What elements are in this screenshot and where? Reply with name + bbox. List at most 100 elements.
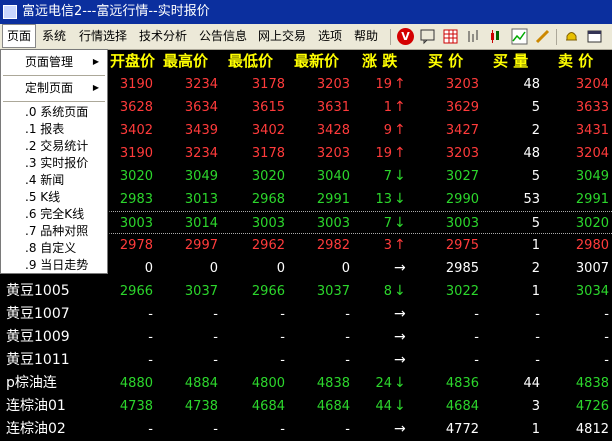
window-icon[interactable] — [586, 28, 603, 45]
cell-bidv: - — [535, 330, 540, 345]
menu-item-custom-page[interactable]: 定制页面 ▶ — [1, 78, 107, 98]
line-chart-icon[interactable] — [511, 28, 528, 45]
cell-bid: - — [474, 307, 479, 322]
cell-open: 2978 — [119, 238, 153, 253]
cell-open: 3020 — [119, 169, 153, 184]
cell-bid: - — [474, 330, 479, 345]
menu-system[interactable]: 系统 — [42, 24, 66, 48]
arrow-up-icon: ↑ — [394, 237, 406, 253]
cell-bidv: 1 — [531, 422, 540, 437]
contract-name: 黄豆1011 — [6, 352, 70, 368]
bar-chart-icon[interactable] — [465, 28, 482, 45]
cell-open: 3628 — [119, 100, 153, 115]
table-row[interactable]: 黄豆1005 2966 3037 2966 3037 3022 1 3034 8 ↓ — [0, 280, 612, 303]
cell-last: 3631 — [316, 100, 350, 115]
cell-high: 3439 — [184, 123, 218, 138]
header-last[interactable]: 最新价 — [294, 49, 339, 73]
cell-bid: 4772 — [445, 422, 479, 437]
cell-bidv: 5 — [531, 216, 540, 231]
menu-help[interactable]: 帮助 — [354, 24, 378, 48]
arrow-down-icon: ↓ — [394, 375, 406, 391]
cell-low: 3003 — [251, 216, 285, 231]
candlestick-icon[interactable] — [488, 28, 505, 45]
toolbar-separator — [390, 29, 391, 45]
table-row[interactable]: 黄豆1011 - - - - - - - → — [0, 349, 612, 372]
cell-bid: - — [474, 353, 479, 368]
menu-online-trading[interactable]: 网上交易 — [258, 24, 306, 48]
cell-open: 0 — [144, 261, 153, 276]
cell-low: 3178 — [251, 146, 285, 161]
menu-separator — [3, 75, 105, 76]
table-row[interactable]: 黄豆1007 - - - - - - - → — [0, 303, 612, 326]
cell-last: - — [345, 307, 350, 322]
app-icon — [3, 5, 17, 19]
grid-icon[interactable] — [442, 28, 459, 45]
cell-bidv: 5 — [531, 169, 540, 184]
cell-high: 3234 — [184, 77, 218, 92]
speech-bubble-icon[interactable] — [419, 28, 436, 45]
contract-name: 连棕油01 — [6, 398, 66, 414]
pen-icon[interactable] — [534, 28, 551, 45]
header-change[interactable]: 涨 跌 — [362, 49, 397, 73]
cell-bid: 2990 — [445, 192, 479, 207]
header-open[interactable]: 开盘价 — [110, 49, 155, 73]
menu-market-select[interactable]: 行情选择 — [79, 24, 127, 48]
menu-item-intraday-trend[interactable]: .9 当日走势 — [1, 255, 107, 275]
arrow-down-icon: ↓ — [394, 215, 406, 231]
arrow-down-icon: ↓ — [394, 283, 406, 299]
cell-change: 44 — [375, 399, 392, 414]
cell-ask: 3204 — [575, 77, 609, 92]
cell-change: 19 — [375, 146, 392, 161]
header-ask[interactable]: 卖 价 — [558, 49, 593, 73]
cell-bidv: 48 — [523, 77, 540, 92]
table-row[interactable]: p棕油连 4880 4884 4800 4838 4836 44 4838 24 ↓ — [0, 372, 612, 395]
cell-bid: 3003 — [445, 216, 479, 231]
menu-announcements[interactable]: 公告信息 — [199, 24, 247, 48]
cell-open: - — [148, 422, 153, 437]
cell-bid: 3027 — [445, 169, 479, 184]
arrow-up-icon: ↑ — [394, 99, 406, 115]
cell-open: 4738 — [119, 399, 153, 414]
window-titlebar: 富远电信2---富远行情--实时报价 — [0, 0, 612, 24]
cell-open: 2966 — [119, 284, 153, 299]
cell-high: 3234 — [184, 146, 218, 161]
header-high[interactable]: 最高价 — [163, 49, 208, 73]
cell-low: - — [280, 422, 285, 437]
arrow-down-icon: ↓ — [394, 398, 406, 414]
table-row[interactable]: 黄豆1009 - - - - - - - → — [0, 326, 612, 349]
cell-bidv: 2 — [531, 261, 540, 276]
cell-bid: 3427 — [445, 123, 479, 138]
arrow-right-icon: → — [394, 306, 406, 322]
arrow-up-icon: ↑ — [394, 145, 406, 161]
cell-last: 2982 — [316, 238, 350, 253]
arrow-down-icon: ↓ — [394, 168, 406, 184]
cell-high: 2997 — [184, 238, 218, 253]
cell-bidv: 2 — [531, 123, 540, 138]
cell-low: - — [280, 330, 285, 345]
bell-icon[interactable] — [563, 28, 580, 45]
cell-change: 13 — [375, 192, 392, 207]
v-logo-icon[interactable]: V — [397, 28, 414, 45]
contract-name: 黄豆1007 — [6, 306, 70, 322]
header-bid-volume[interactable]: 买 量 — [493, 49, 528, 73]
header-low[interactable]: 最低价 — [228, 49, 273, 73]
header-bid[interactable]: 买 价 — [428, 49, 463, 73]
menu-item-page-manage[interactable]: 页面管理 ▶ — [1, 52, 107, 72]
cell-last: 3040 — [316, 169, 350, 184]
cell-high: 0 — [209, 261, 218, 276]
cell-last: - — [345, 422, 350, 437]
menu-page[interactable]: 页面 — [2, 24, 36, 48]
page-menu-dropdown: 页面管理 ▶ 定制页面 ▶ .0 系统页面 .1 报表 .2 交易统计 .3 实… — [0, 49, 108, 274]
cell-low: 4684 — [251, 399, 285, 414]
cell-ask: 3049 — [575, 169, 609, 184]
cell-bid: 4836 — [445, 376, 479, 391]
table-row[interactable]: 连棕油02 - - - - 4772 1 4812 → — [0, 418, 612, 441]
cell-bidv: 44 — [523, 376, 540, 391]
cell-high: - — [213, 307, 218, 322]
cell-last: - — [345, 353, 350, 368]
cell-ask: 4726 — [575, 399, 609, 414]
menu-technical-analysis[interactable]: 技术分析 — [139, 24, 187, 48]
menubar: 页面 系统 行情选择 技术分析 公告信息 网上交易 选项 帮助 V — [0, 24, 612, 50]
table-row[interactable]: 连棕油01 4738 4738 4684 4684 4684 3 4726 44 ↓ — [0, 395, 612, 418]
menu-options[interactable]: 选项 — [318, 24, 342, 48]
